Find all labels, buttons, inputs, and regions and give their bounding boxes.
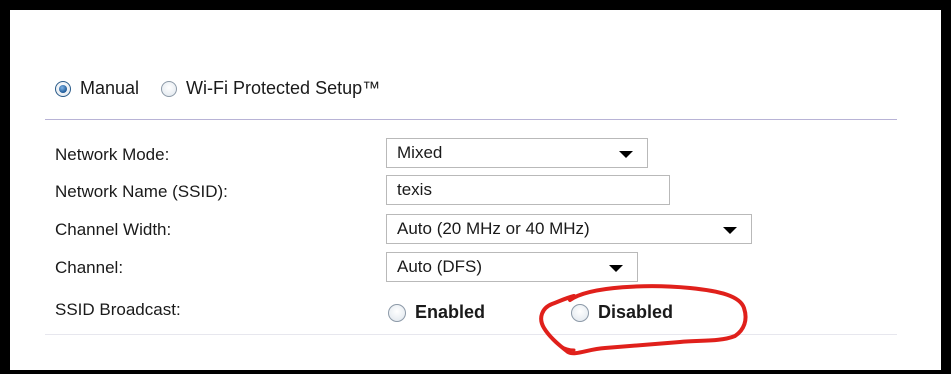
ssid-broadcast-enabled-option[interactable]: Enabled — [388, 302, 485, 323]
chevron-down-icon — [609, 265, 623, 272]
wps-option[interactable]: Wi-Fi Protected Setup™ — [161, 78, 380, 99]
section-bottom-rule — [45, 334, 897, 335]
red-circle-annotation — [539, 284, 748, 356]
network-mode-select[interactable]: Mixed — [386, 138, 648, 168]
enabled-radio[interactable] — [388, 303, 406, 322]
manual-label: Manual — [80, 78, 140, 98]
network-name-label: Network Name (SSID): — [55, 182, 228, 201]
ssid-input[interactable]: texis — [386, 175, 670, 205]
channel-label: Channel: — [55, 258, 124, 277]
ssid-broadcast-label: SSID Broadcast: — [55, 300, 181, 319]
channel-value: Auto (DFS) — [397, 257, 483, 276]
enabled-label: Enabled — [415, 302, 486, 322]
network-mode-value: Mixed — [397, 143, 443, 162]
chevron-down-icon — [619, 151, 633, 158]
setup-mode-group: Manual Wi-Fi Protected Setup™ — [55, 78, 402, 99]
channel-width-label: Channel Width: — [55, 220, 172, 239]
wps-radio[interactable] — [161, 80, 178, 97]
channel-width-select[interactable]: Auto (20 MHz or 40 MHz) — [386, 214, 752, 244]
chevron-down-icon — [723, 227, 737, 234]
ssid-input-value: texis — [397, 180, 432, 199]
network-mode-label: Network Mode: — [55, 145, 170, 164]
wps-label: Wi-Fi Protected Setup™ — [186, 78, 381, 98]
manual-radio[interactable] — [55, 80, 71, 97]
manual-option[interactable]: Manual — [55, 78, 139, 99]
channel-width-value: Auto (20 MHz or 40 MHz) — [397, 219, 590, 238]
section-divider — [45, 119, 897, 120]
